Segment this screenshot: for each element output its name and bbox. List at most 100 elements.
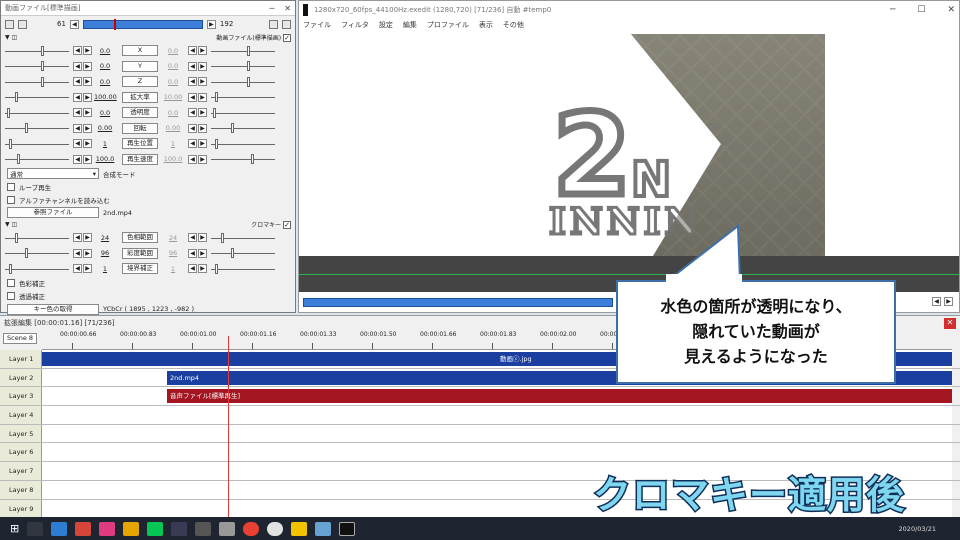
decrement-icon[interactable]: ◀ [188, 248, 197, 258]
mail-icon[interactable] [75, 521, 92, 536]
chroma-0-button[interactable]: 色相範囲 [122, 232, 158, 244]
param-4-slider[interactable] [5, 107, 69, 118]
param-3-slider[interactable] [5, 92, 69, 103]
pin-icon[interactable] [269, 19, 278, 29]
param-1-end-value[interactable]: 0.0 [162, 62, 184, 70]
decrement-icon[interactable]: ◀ [73, 233, 82, 243]
param-3-button[interactable]: 拡大率 [122, 91, 158, 103]
chroma-2-button[interactable]: 境界補正 [122, 263, 158, 275]
decrement-icon[interactable]: ◀ [73, 154, 82, 164]
chroma-2-end-value[interactable]: 1 [162, 265, 184, 273]
layer-lane[interactable] [42, 406, 952, 424]
increment-icon[interactable]: ▶ [83, 61, 92, 71]
video-preview[interactable]: 2 N INNIN [431, 34, 825, 256]
decrement-icon[interactable]: ◀ [188, 154, 197, 164]
decrement-icon[interactable]: ◀ [188, 264, 197, 274]
task-view-icon[interactable] [27, 521, 44, 536]
chroma-2-value[interactable]: 1 [94, 265, 116, 273]
seek-prev-icon[interactable]: ◀ [932, 297, 941, 306]
increment-icon[interactable]: ▶ [198, 123, 207, 133]
store-icon[interactable] [51, 521, 68, 536]
transparency-correct-checkbox[interactable] [7, 292, 15, 300]
decrement-icon[interactable]: ◀ [73, 92, 82, 102]
chroma-1-end-slider[interactable] [211, 248, 275, 259]
decrement-icon[interactable]: ◀ [73, 108, 82, 118]
menu-item-1[interactable]: フィルタ [341, 20, 369, 30]
increment-icon[interactable]: ▶ [83, 77, 92, 87]
layer-lane[interactable] [42, 424, 952, 443]
menu-item-4[interactable]: プロファイル [427, 20, 469, 30]
param-5-value[interactable]: 0.00 [94, 124, 116, 132]
increment-icon[interactable]: ▶ [198, 139, 207, 149]
close-icon[interactable]: ✕ [947, 5, 955, 15]
seek-next-icon[interactable]: ▶ [944, 297, 953, 306]
menu-item-3[interactable]: 編集 [403, 20, 417, 30]
param-1-button[interactable]: Y [122, 60, 158, 72]
frame-next-icon[interactable]: ▶ [206, 19, 216, 29]
blend-mode-select[interactable]: 通常 ▾ [7, 168, 99, 179]
param-6-button[interactable]: 再生位置 [122, 138, 158, 150]
param-5-end-value[interactable]: 0.00 [162, 124, 184, 132]
minimize-icon[interactable]: ─ [269, 4, 274, 13]
chroma-0-value[interactable]: 24 [94, 234, 116, 242]
section-chroma-enable[interactable]: ✓ [283, 221, 291, 229]
windows-start-icon[interactable]: ⊞ [10, 522, 19, 535]
decrement-icon[interactable]: ◀ [188, 77, 197, 87]
param-0-end-slider[interactable] [211, 45, 275, 56]
add-filter-icon[interactable] [282, 19, 291, 29]
layer-lane[interactable] [42, 443, 952, 462]
frame-mode-icon-2[interactable] [18, 19, 27, 29]
increment-icon[interactable]: ▶ [198, 264, 207, 274]
layer-name[interactable]: Layer 5 [0, 424, 42, 443]
param-0-value[interactable]: 0.0 [94, 47, 116, 55]
collapse-icon-2[interactable]: ▼ ◫ [5, 221, 17, 228]
increment-icon[interactable]: ▶ [198, 233, 207, 243]
chroma-1-end-value[interactable]: 96 [162, 249, 184, 257]
increment-icon[interactable]: ▶ [198, 61, 207, 71]
folder-icon[interactable] [123, 521, 140, 536]
decrement-icon[interactable]: ◀ [73, 264, 82, 274]
param-4-end-slider[interactable] [211, 107, 275, 118]
chroma-2-slider[interactable] [5, 263, 69, 274]
decrement-icon[interactable]: ◀ [73, 77, 82, 87]
layer-name[interactable]: Layer 2 [0, 368, 42, 387]
decrement-icon[interactable]: ◀ [73, 139, 82, 149]
menu-item-6[interactable]: その他 [503, 20, 524, 30]
frame-range-bar[interactable] [82, 18, 203, 30]
app-icon-7[interactable] [171, 521, 188, 536]
line-icon[interactable] [147, 521, 164, 536]
decrement-icon[interactable]: ◀ [188, 61, 197, 71]
param-6-value[interactable]: 1 [94, 140, 116, 148]
param-2-button[interactable]: Z [122, 76, 158, 88]
app-icon-9[interactable] [219, 521, 236, 536]
close-icon[interactable]: ✕ [284, 4, 291, 13]
param-7-end-value[interactable]: 100.0 [162, 155, 184, 163]
param-7-button[interactable]: 再生速度 [122, 153, 158, 165]
app-icon-13[interactable] [315, 521, 332, 536]
chroma-1-slider[interactable] [5, 248, 69, 259]
param-3-end-slider[interactable] [211, 92, 275, 103]
layer-name[interactable]: Layer 3 [0, 387, 42, 406]
layer-name[interactable]: Layer 7 [0, 462, 42, 480]
layer-name[interactable]: Layer 1 [0, 350, 42, 368]
aviutl-icon[interactable] [339, 521, 356, 536]
decrement-icon[interactable]: ◀ [188, 46, 197, 56]
chroma-0-slider[interactable] [5, 232, 69, 243]
explorer-icon[interactable] [291, 521, 308, 536]
param-2-end-value[interactable]: 0.0 [162, 78, 184, 86]
decrement-icon[interactable]: ◀ [188, 233, 197, 243]
param-5-button[interactable]: 回転 [122, 122, 158, 134]
loop-checkbox[interactable] [7, 182, 15, 191]
layer-name[interactable]: Layer 9 [0, 499, 42, 518]
key-color-button[interactable]: キー色の取得 [7, 303, 99, 315]
param-6-end-value[interactable]: 1 [162, 140, 184, 148]
increment-icon[interactable]: ▶ [83, 46, 92, 56]
ref-file-button[interactable]: 参照ファイル [7, 207, 99, 218]
chroma-0-end-value[interactable]: 24 [162, 234, 184, 242]
increment-icon[interactable]: ▶ [83, 108, 92, 118]
maximize-icon[interactable]: ☐ [917, 5, 925, 15]
menu-item-2[interactable]: 設定 [379, 20, 393, 30]
increment-icon[interactable]: ▶ [83, 139, 92, 149]
layer-name[interactable]: Layer 8 [0, 480, 42, 499]
decrement-icon[interactable]: ◀ [73, 61, 82, 71]
